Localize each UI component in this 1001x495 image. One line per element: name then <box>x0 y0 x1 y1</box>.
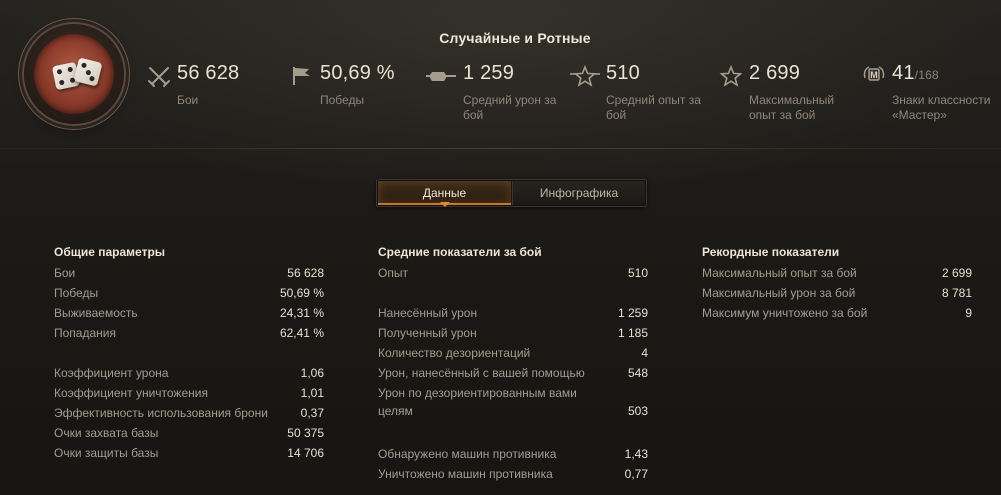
tab-data[interactable]: Данные <box>378 181 511 207</box>
stat-row: Очки захвата базы 50 375 <box>54 426 324 446</box>
stat-row: Бои 56 628 <box>54 266 324 286</box>
view-tabs: Данные Инфографика <box>376 179 647 207</box>
summary-label: Знаки классности «Мастер» <box>892 93 991 122</box>
stat-value: 8 781 <box>941 286 972 300</box>
stat-row: Урон, нанесённый с вашей помощью 548 <box>378 366 648 386</box>
summary-value: 510 <box>606 62 640 84</box>
stat-label: Максимум уничтожено за бой <box>702 306 868 320</box>
star-outline-icon <box>718 64 744 88</box>
stat-value: 50 375 <box>287 426 324 440</box>
dice-icon <box>34 34 114 114</box>
mastery-badge-icon: M <box>861 64 887 88</box>
stat-row: Урон по дезориентированным вами целям 50… <box>378 384 648 424</box>
stat-row: Попадания 62,41 % <box>54 326 324 346</box>
stat-label: Победы <box>54 286 99 300</box>
summary-max-xp: 2 699 Максимальный опыт за бой <box>718 60 858 130</box>
flag-icon <box>289 64 315 88</box>
stat-label: Бои <box>54 266 76 280</box>
stat-label: Максимальный урон за бой <box>702 286 856 300</box>
stat-value: 503 <box>627 404 648 418</box>
stat-row: Очки защиты базы 14 706 <box>54 446 324 466</box>
stat-row: Максимум уничтожено за бой 9 <box>702 306 972 326</box>
stat-label: Уничтожено машин противника <box>378 467 553 481</box>
stat-value: 24,31 % <box>279 306 324 320</box>
summary-avg-xp: 510 Средний опыт за бой <box>570 60 715 130</box>
stat-label: Количество дезориентаций <box>378 346 531 360</box>
summary-label: Максимальный опыт за бой <box>749 93 835 122</box>
stat-label: Обнаружено машин противника <box>378 447 557 461</box>
summary-avg-damage: 1 259 Средний урон за бой <box>426 60 572 130</box>
stat-label: Попадания <box>54 326 116 340</box>
summary-value: 2 699 <box>749 62 801 84</box>
stat-label: Очки захвата базы <box>54 426 159 440</box>
stat-value: 1 259 <box>617 306 648 320</box>
section-records-title: Рекордные показатели <box>702 245 840 259</box>
mastery-total: /168 <box>914 68 939 82</box>
stat-value: 0,77 <box>624 467 648 481</box>
stat-label: Нанесённый урон <box>378 306 478 320</box>
summary-value: 1 259 <box>463 62 515 84</box>
stat-label: Максимальный опыт за бой <box>702 266 857 280</box>
stat-row: Уничтожено машин противника 0,77 <box>378 467 648 487</box>
stat-value: 510 <box>627 266 648 280</box>
stat-row: Коэффициент уничтожения 1,01 <box>54 386 324 406</box>
stat-row: Выживаемость 24,31 % <box>54 306 324 326</box>
stat-label: Урон, нанесённый с вашей помощью <box>378 366 585 380</box>
stat-value: 1,06 <box>300 366 324 380</box>
stat-value: 9 <box>965 306 972 320</box>
stat-value: 2 699 <box>941 266 972 280</box>
tank-gun-icon <box>424 64 458 88</box>
stat-row: Количество дезориентаций 4 <box>378 346 648 366</box>
summary-label: Средний урон за бой <box>463 93 557 122</box>
summary-value: 41/168 <box>892 62 939 84</box>
stat-label: Урон по дезориентированным вами целям <box>378 386 577 418</box>
stat-row: Полученный урон 1 185 <box>378 326 648 346</box>
section-average-title: Средние показатели за бой <box>378 245 542 259</box>
stat-value: 62,41 % <box>279 326 324 340</box>
stat-label: Полученный урон <box>378 326 477 340</box>
summary-value: 56 628 <box>177 62 240 84</box>
stat-value: 1 185 <box>617 326 648 340</box>
stat-row: Эффективность использования брони 0,37 <box>54 406 324 426</box>
summary-mastery: M 41/168 Знаки классности «Мастер» <box>861 60 1001 130</box>
crossed-swords-icon <box>146 64 172 88</box>
svg-text:M: M <box>870 70 878 80</box>
stat-label: Коэффициент уничтожения <box>54 386 208 400</box>
stat-value: 1,43 <box>624 447 648 461</box>
stat-label: Выживаемость <box>54 306 138 320</box>
stat-value: 548 <box>627 366 648 380</box>
stat-row: Нанесённый урон 1 259 <box>378 306 648 326</box>
stat-label: Эффективность использования брони <box>54 406 268 420</box>
stat-row: Максимальный урон за бой 8 781 <box>702 286 972 306</box>
stat-label: Очки защиты базы <box>54 446 159 460</box>
stat-row: Опыт 510 <box>378 266 648 286</box>
stat-label: Коэффициент урона <box>54 366 169 380</box>
tab-infographics[interactable]: Инфографика <box>512 181 645 205</box>
summary-label: Бои <box>177 93 199 107</box>
battle-mode-emblem <box>24 24 124 124</box>
stat-label: Опыт <box>378 266 408 280</box>
summary-label: Победы <box>320 93 365 107</box>
section-general-title: Общие параметры <box>54 245 166 259</box>
summary-wins: 50,69 % Победы <box>289 60 429 130</box>
summary-battles: 56 628 Бои <box>146 60 286 130</box>
summary-label: Средний опыт за бой <box>606 93 701 122</box>
stat-row: Коэффициент урона 1,06 <box>54 366 324 386</box>
stat-row: Победы 50,69 % <box>54 286 324 306</box>
summary-value: 50,69 % <box>320 62 395 84</box>
stat-row: Обнаружено машин противника 1,43 <box>378 447 648 467</box>
stat-value: 50,69 % <box>279 286 324 300</box>
stats-page: Случайные и Ротные 56 628 Бои 50,69 % По… <box>0 0 1001 495</box>
stat-value: 4 <box>641 346 648 360</box>
stat-row: Максимальный опыт за бой 2 699 <box>702 266 972 286</box>
stat-value: 56 628 <box>287 266 324 280</box>
stat-value: 14 706 <box>287 446 324 460</box>
header-divider <box>0 148 1001 149</box>
stat-value: 0,37 <box>300 406 324 420</box>
star-icon <box>569 64 601 88</box>
page-title: Случайные и Ротные <box>439 30 591 46</box>
stat-value: 1,01 <box>300 386 324 400</box>
active-tab-indicator <box>440 202 450 207</box>
